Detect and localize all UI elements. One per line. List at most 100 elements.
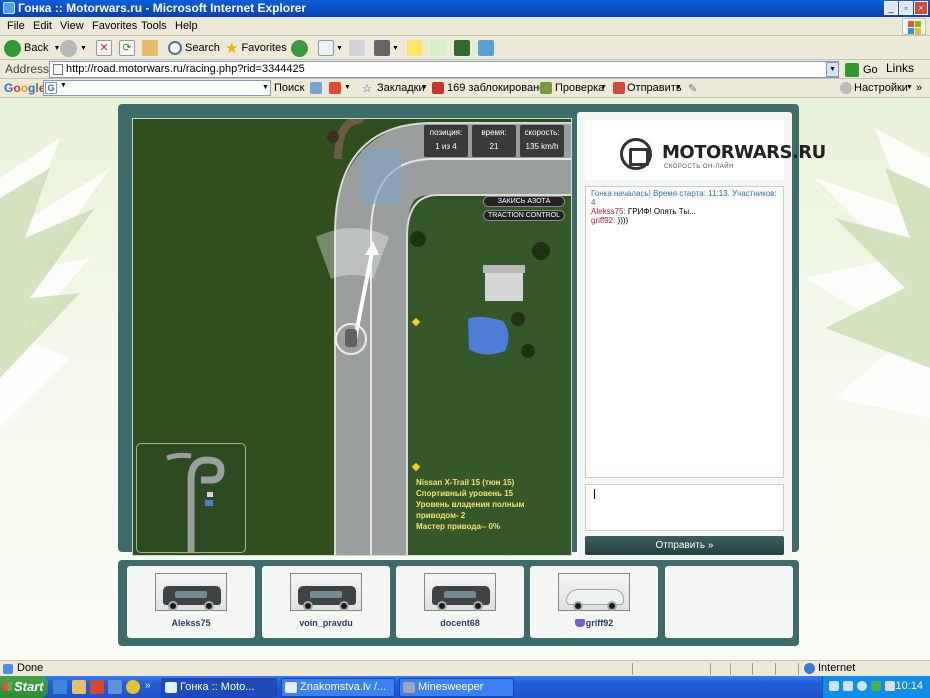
google-feed-icon[interactable] [329,82,341,94]
address-label: Address [5,62,50,76]
spellcheck-button[interactable]: Проверка [555,82,604,94]
player-card[interactable]: griff92 [530,566,658,638]
player-name[interactable]: Alekss75 [127,618,255,628]
taskbar: Start » Гонка :: Moto... Znakomstva.lv /… [0,676,930,698]
chat-message: griff92: )))) [591,216,778,225]
page-icon [53,64,63,75]
bookmarks-button[interactable]: Закладки [377,82,425,94]
menu-file[interactable]: File [7,20,25,32]
maximize-button[interactable]: ▫ [899,1,913,15]
send-to-button[interactable]: Отправить [627,82,682,94]
chat-nick[interactable]: Alekss75: [591,207,626,216]
speed-value: 135 km/h [525,142,559,151]
home-button[interactable] [142,38,158,58]
volume-icon[interactable] [885,681,895,691]
nitro-button[interactable]: ЗАКИСЬ АЗОТА [483,196,565,207]
menu-favorites[interactable]: Favorites [92,20,137,32]
chat-input[interactable] [585,484,784,531]
player-name[interactable]: docent68 [396,618,524,628]
task-znakomstva[interactable]: Znakomstva.lv /... [281,678,395,697]
chat-send-button[interactable]: Отправить » [585,536,784,555]
minimize-button[interactable]: _ [884,1,898,15]
position-value: 1 из 4 [435,142,457,151]
feed-dropdown: ▼ [344,84,351,91]
notes-button[interactable] [407,38,423,58]
search-icon [168,41,182,55]
player-name[interactable]: griff92 [586,618,614,628]
google-search-dropdown[interactable]: ▼ [262,84,269,91]
menu-view[interactable]: View [60,20,84,32]
player-card[interactable]: docent68 [396,566,524,638]
favorites-label: Favorites [241,42,287,54]
task-minesweeper[interactable]: Minesweeper [399,678,514,697]
player-card[interactable]: voin_pravdu [262,566,390,638]
page-done-icon [3,664,13,674]
print-icon [349,40,365,56]
google-search-input[interactable]: G ▼ [43,80,271,96]
race-canvas[interactable]: позиция: 1 из 4 время: 21 скорость: 135 … [132,118,572,556]
hud: позиция: 1 из 4 время: 21 скорость: 135 … [421,124,565,158]
links-button[interactable]: Links [886,61,914,75]
refresh-button[interactable]: ⟳ [119,38,135,58]
menu-edit[interactable]: Edit [33,20,52,32]
position-label: позиция: [429,128,463,137]
chat-nick[interactable]: griff92: [591,216,615,225]
chrome-quicklaunch-icon[interactable] [126,680,140,694]
address-dropdown[interactable]: ▼ [826,62,839,77]
go-label: Go [863,64,878,76]
motorwars-logo-icon [620,138,652,170]
search-button[interactable]: Search [168,38,220,58]
tray-icon-1[interactable] [829,681,839,691]
ie-task-icon [285,682,297,693]
address-input[interactable]: http://road.motorwars.ru/racing.php?rid=… [49,61,839,78]
drive-master: Мастер привода-- 0% [416,522,501,531]
go-button[interactable]: Go [845,62,878,78]
history-icon [291,39,308,57]
quicklaunch-overflow[interactable]: » [145,680,159,694]
google-logo: Google [4,81,45,95]
player-name[interactable]: voin_pravdu [262,618,390,628]
player-card[interactable]: Alekss75 [127,566,255,638]
task-label: Minesweeper [418,681,484,693]
forward-button[interactable]: ▼ [60,38,87,58]
settings-dropdown: ▼ [906,84,913,91]
back-arrow-icon [4,39,21,57]
menu-tools[interactable]: Tools [141,20,167,32]
opera-quicklaunch-icon[interactable] [90,680,104,694]
back-button[interactable]: Back ▼ [4,38,60,58]
toolbar-overflow[interactable]: » [916,82,922,94]
ie-quicklaunch-icon[interactable] [53,680,67,694]
tray-icon-2[interactable] [843,681,853,691]
site-logo[interactable]: MOTORWARS.RU СКОРОСТЬ ОН-ЛАЙН [585,120,826,180]
history-button[interactable] [291,38,311,58]
system-tray: 10:14 [822,676,930,698]
print-button[interactable] [349,38,365,58]
start-button[interactable]: Start [0,676,48,698]
menu-help[interactable]: Help [175,20,198,32]
task-ie-race[interactable]: Гонка :: Moto... [161,678,277,697]
folder-quicklaunch-icon[interactable] [72,680,86,694]
traction-control-button[interactable]: TRACTION CONTROL [483,210,565,221]
tool-button-2[interactable] [478,38,494,58]
google-news-icon[interactable] [310,82,322,94]
edit-button[interactable]: ▼ [374,38,399,58]
app-quicklaunch-icon[interactable] [108,680,122,694]
pencil-icon[interactable]: ✎ [688,82,697,95]
popups-blocked[interactable]: 169 заблокировано [447,82,545,94]
logo-name: MOTORWARS.RU [662,142,826,163]
tool-button-1[interactable] [454,38,470,58]
car-image [558,573,630,611]
messenger-button[interactable] [430,38,446,58]
favorites-button[interactable]: ★ Favorites [225,38,287,58]
settings-button[interactable]: Настройки [854,82,908,94]
stop-button[interactable]: ✕ [96,38,112,58]
logo-tagline: СКОРОСТЬ ОН-ЛАЙН [664,164,734,170]
tray-icon-4[interactable] [871,681,881,691]
minimap-track [166,452,225,552]
tray-icon-3[interactable] [857,681,867,691]
mail-button[interactable]: ▼ [318,38,343,58]
send-icon [613,82,625,94]
right-panel: MOTORWARS.RU СКОРОСТЬ ОН-ЛАЙН Гонка нача… [577,112,826,560]
close-button[interactable]: × [914,1,928,15]
google-search-button[interactable]: Поиск [274,82,304,94]
